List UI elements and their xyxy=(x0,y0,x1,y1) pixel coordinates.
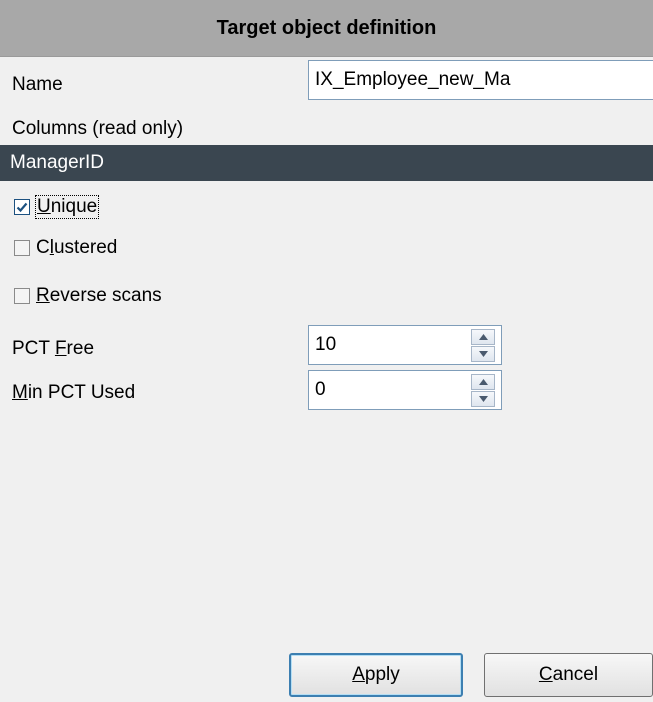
panel-title: Target object definition xyxy=(216,16,437,39)
spin-up-arrow-icon xyxy=(478,378,488,385)
name-label: Name xyxy=(12,74,63,95)
min-pct-used-spinner[interactable] xyxy=(471,371,497,409)
pct-free-spin-up[interactable] xyxy=(471,328,495,345)
spin-down-arrow-icon xyxy=(478,395,488,402)
min-pct-used-spin-up[interactable] xyxy=(471,373,495,390)
min-pct-used-value: 0 xyxy=(315,379,326,400)
unique-checkbox-row[interactable]: Unique xyxy=(14,195,100,219)
pct-free-value: 10 xyxy=(315,334,337,355)
unique-checkbox[interactable] xyxy=(14,199,30,215)
clustered-checkbox[interactable] xyxy=(14,240,30,256)
min-pct-used-label: Min PCT Used xyxy=(12,382,136,403)
name-input[interactable]: IX_Employee_new_Ma xyxy=(308,60,653,100)
apply-button-label: Apply xyxy=(352,664,400,685)
spin-up-arrow-icon xyxy=(478,333,488,340)
spin-down-arrow-icon xyxy=(478,350,488,357)
cancel-button[interactable]: Cancel xyxy=(484,653,653,697)
clustered-label: Clustered xyxy=(36,237,118,258)
columns-list: ManagerID xyxy=(0,145,653,181)
reverse-scans-label: Reverse scans xyxy=(36,285,162,306)
cancel-button-label: Cancel xyxy=(538,664,599,685)
columns-label: Columns (read only) xyxy=(12,118,184,139)
checkmark-icon xyxy=(16,202,28,213)
pct-free-spinner[interactable] xyxy=(471,326,497,364)
pct-free-spin-down[interactable] xyxy=(471,345,495,362)
pct-free-label: PCT Free xyxy=(12,338,95,359)
unique-label: Unique xyxy=(34,195,100,219)
reverse-scans-checkbox[interactable] xyxy=(14,288,30,304)
min-pct-used-spin-down[interactable] xyxy=(471,390,495,407)
columns-value: ManagerID xyxy=(10,152,104,173)
apply-button[interactable]: Apply xyxy=(289,653,463,697)
name-input-value: IX_Employee_new_Ma xyxy=(315,69,511,90)
clustered-checkbox-row[interactable]: Clustered xyxy=(14,237,117,259)
reverse-scans-checkbox-row[interactable]: Reverse scans xyxy=(14,285,162,307)
panel-header: Target object definition xyxy=(0,0,653,57)
